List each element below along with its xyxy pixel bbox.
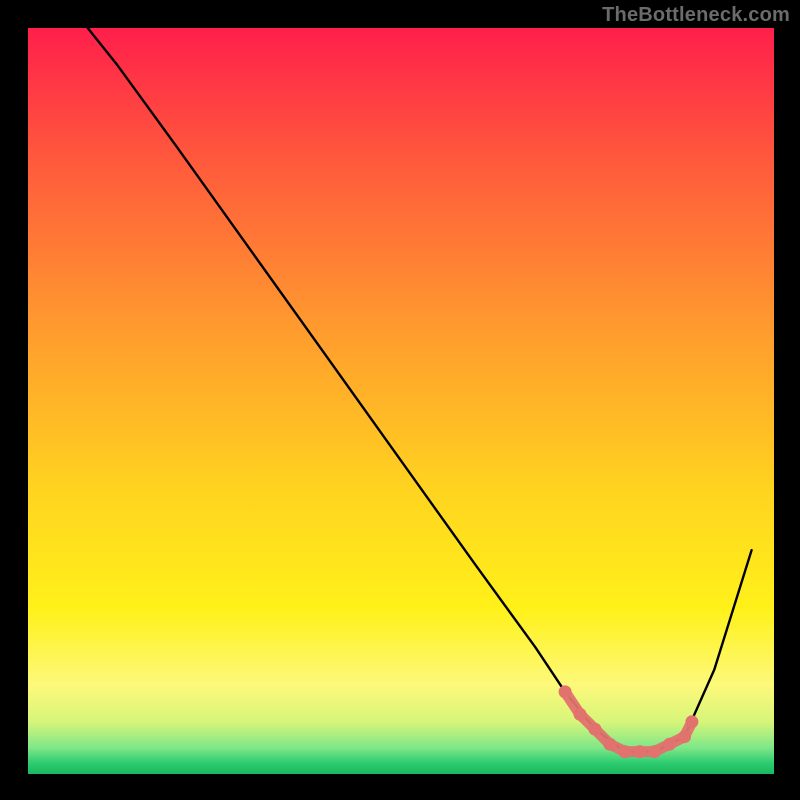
chart-stage: TheBottleneck.com bbox=[0, 0, 800, 800]
plot-background bbox=[28, 28, 774, 774]
highlight-dot bbox=[678, 730, 691, 743]
watermark-text: TheBottleneck.com bbox=[602, 4, 790, 27]
chart-svg bbox=[0, 0, 800, 800]
highlight-dot bbox=[618, 745, 631, 758]
highlight-dot bbox=[648, 745, 661, 758]
highlight-dot bbox=[663, 738, 676, 751]
highlight-dot bbox=[603, 738, 616, 751]
highlight-dot bbox=[685, 715, 698, 728]
highlight-dot bbox=[633, 745, 646, 758]
highlight-dot bbox=[559, 685, 572, 698]
highlight-dot bbox=[574, 708, 587, 721]
highlight-dot bbox=[589, 723, 602, 736]
